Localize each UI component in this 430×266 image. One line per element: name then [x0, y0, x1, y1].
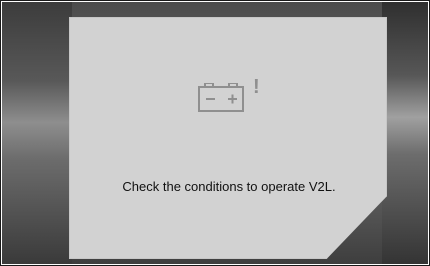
vehicle-display-screen: ! Check the conditions to operate V2L.	[2, 2, 428, 264]
warning-icon-group: !	[195, 75, 265, 117]
display-frame: ! Check the conditions to operate V2L.	[0, 0, 430, 266]
battery-icon	[198, 83, 244, 112]
screen-left-background	[2, 2, 72, 264]
screen-right-background	[382, 2, 428, 264]
v2l-condition-message: Check the conditions to operate V2L.	[122, 179, 336, 194]
v2l-warning-panel: ! Check the conditions to operate V2L.	[69, 17, 387, 259]
warning-exclamation-icon: !	[253, 76, 260, 98]
